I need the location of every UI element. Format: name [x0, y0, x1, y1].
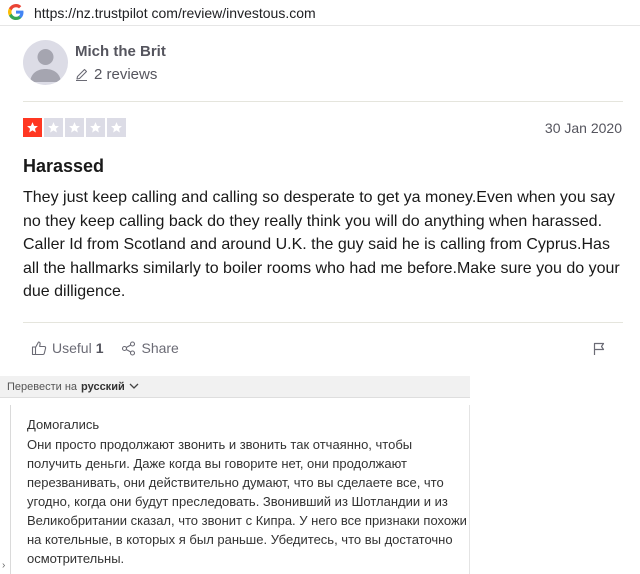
- chevron-right-icon[interactable]: ›: [2, 560, 5, 571]
- useful-count: 1: [95, 340, 104, 356]
- review-body: They just keep calling and calling so de…: [23, 189, 620, 300]
- person-icon: [30, 49, 61, 82]
- url-text[interactable]: https://nz.trustpilot com/review/investo…: [34, 5, 316, 21]
- share-icon: [122, 340, 136, 356]
- star-icon: [65, 118, 84, 137]
- useful-label: Useful: [52, 340, 92, 356]
- star-icon: [86, 118, 105, 137]
- useful-button[interactable]: Useful 1: [31, 340, 103, 356]
- review-title[interactable]: Harassed: [23, 156, 104, 177]
- translate-language[interactable]: русский: [81, 381, 125, 393]
- star-icon: [44, 118, 63, 137]
- star-icon: [107, 118, 126, 137]
- address-bar[interactable]: https://nz.trustpilot com/review/investo…: [0, 0, 640, 26]
- share-button[interactable]: Share: [121, 340, 179, 356]
- reviewer-reviews-count: 2 reviews: [75, 66, 157, 83]
- translation-body: Они просто продолжают звонить и звонить …: [27, 437, 467, 566]
- avatar[interactable]: [23, 40, 68, 85]
- translation-panel: Домогались Они просто продолжают звонить…: [10, 405, 470, 574]
- divider: [23, 101, 623, 102]
- flag-icon[interactable]: [592, 342, 606, 356]
- translate-prompt: Перевести на: [7, 381, 78, 393]
- google-icon: [8, 4, 24, 20]
- review-actions: Useful 1 Share: [31, 340, 179, 356]
- pencil-icon: [76, 68, 88, 81]
- share-label: Share: [141, 340, 179, 356]
- translate-bar: Перевести на русский: [0, 376, 470, 398]
- star-rating: [23, 118, 126, 137]
- star-icon: [23, 118, 42, 137]
- translation-title: Домогались: [27, 417, 100, 432]
- chevron-down-icon[interactable]: [129, 382, 139, 390]
- reviews-count-label: 2 reviews: [94, 66, 158, 83]
- divider: [23, 322, 623, 323]
- review-date: 30 Jan 2020: [544, 120, 622, 136]
- thumbs-up-icon: [31, 341, 47, 356]
- reviewer-name[interactable]: Mich the Brit: [75, 43, 166, 60]
